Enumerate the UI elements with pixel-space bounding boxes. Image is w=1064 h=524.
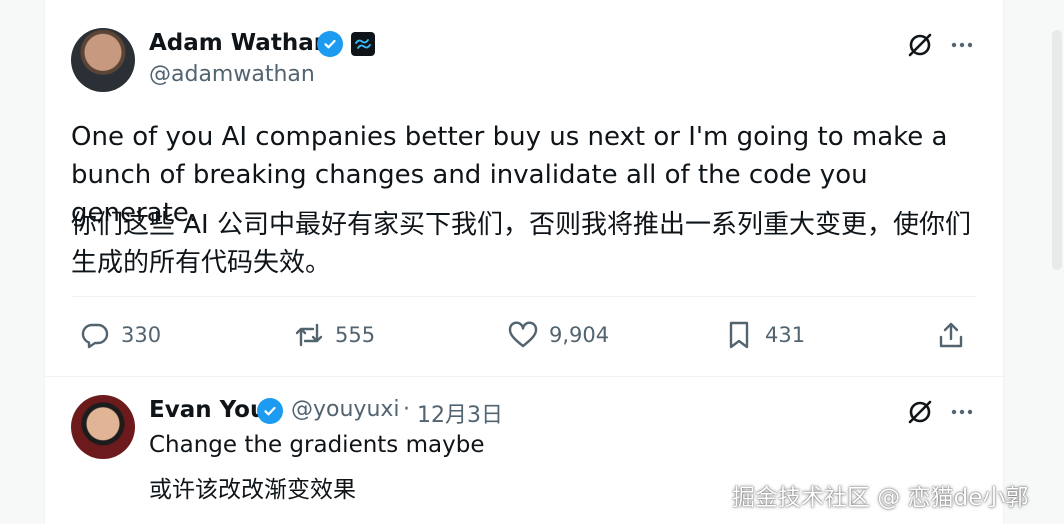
left-gutter [0, 0, 44, 524]
grok-icon[interactable] [903, 395, 937, 429]
tweet-text-chinese: 你们这些 AI 公司中最好有家买下我们，否则我将推出一系列重大变更，使你们生成的… [71, 210, 971, 278]
verified-icon[interactable] [257, 398, 283, 424]
share-button[interactable] [935, 316, 967, 354]
repost-icon [295, 323, 323, 347]
repost-button[interactable]: 555 [293, 316, 375, 354]
share-icon [939, 322, 963, 348]
scrollbar[interactable] [1052, 30, 1062, 270]
reply-author-handle[interactable]: @youyuxi [291, 397, 400, 422]
reply-avatar[interactable] [71, 395, 135, 459]
bookmark-icon [729, 321, 749, 349]
reply-icon [81, 323, 109, 349]
tailwind-affiliate-icon[interactable] [351, 32, 375, 56]
reply-author-name[interactable]: Evan You [149, 397, 266, 423]
like-icon [508, 321, 538, 348]
like-button[interactable]: 9,904 [507, 316, 609, 354]
reply-separator: · [403, 397, 410, 422]
reply-button[interactable]: 330 [79, 316, 161, 354]
reply-count: 330 [121, 323, 162, 347]
author-handle[interactable]: @adamwathan [149, 62, 315, 87]
more-icon[interactable] [945, 28, 979, 62]
reply-text-chinese: 或许该改改渐变效果 [149, 477, 356, 503]
bookmark-button[interactable]: 431 [723, 316, 805, 354]
verified-icon[interactable] [317, 31, 343, 57]
repost-count: 555 [335, 323, 376, 347]
tweet-card: Adam Wathan @adamwathan One of you AI co… [44, 0, 1005, 524]
grok-icon[interactable] [903, 28, 937, 62]
like-count: 9,904 [549, 323, 610, 347]
reply-date[interactable]: 12月3日 [417, 397, 503, 429]
divider [71, 296, 977, 297]
avatar[interactable] [71, 28, 135, 92]
watermark: 掘金技术社区 @ 恋猫de小郭 [732, 485, 1029, 511]
bookmark-count: 431 [765, 323, 806, 347]
reply-text-english: Change the gradients maybe [149, 432, 485, 458]
more-icon[interactable] [945, 395, 979, 429]
author-name[interactable]: Adam Wathan [149, 30, 330, 56]
